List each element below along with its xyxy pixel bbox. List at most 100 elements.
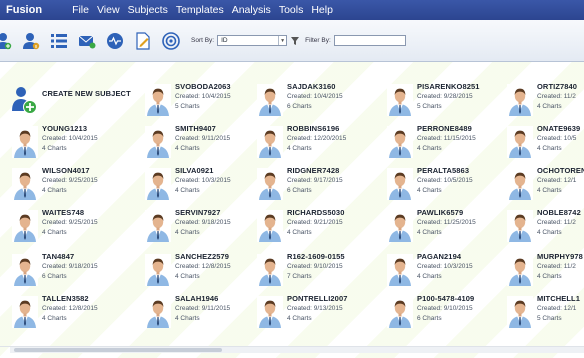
subject-chart-count: 5 Charts bbox=[175, 103, 200, 110]
subject-tile[interactable]: PISARENKO8251 Created: 9/28/2015 5 Chart… bbox=[387, 82, 505, 126]
subject-tile[interactable]: PAWLIK6579 Created: 11/25/2015 4 Charts bbox=[387, 208, 505, 252]
scrollbar-thumb[interactable] bbox=[14, 348, 222, 352]
subject-name: TALLEN3582 bbox=[42, 294, 89, 303]
subject-name: WILSON4017 bbox=[42, 166, 90, 175]
subject-tile[interactable]: SMITH9407 Created: 9/11/2015 4 Charts bbox=[145, 124, 263, 168]
subject-name: PAGAN2194 bbox=[417, 252, 462, 261]
subject-chart-count: 7 Charts bbox=[287, 273, 312, 280]
create-subject-icon bbox=[12, 84, 38, 114]
horizontal-scrollbar[interactable] bbox=[10, 347, 584, 353]
subject-photo bbox=[145, 168, 171, 200]
subject-name: SALAH1946 bbox=[175, 294, 219, 303]
subject-created-date: Created: 9/21/2015 bbox=[287, 219, 343, 226]
subject-name: NOBLE8742 bbox=[537, 208, 581, 217]
subject-tile[interactable]: NOBLE8742 Created: 11/2 4 Charts bbox=[507, 208, 584, 252]
subject-created-date: Created: 9/28/2015 bbox=[417, 93, 473, 100]
subject-tile[interactable]: P100-5478-4109 Created: 9/10/2015 6 Char… bbox=[387, 294, 505, 338]
subject-photo bbox=[387, 84, 413, 116]
subject-tile[interactable]: R162-1609-0155 Created: 9/10/2015 7 Char… bbox=[257, 252, 375, 296]
subject-tile[interactable]: SANCHEZ2579 Created: 12/8/2015 4 Charts bbox=[145, 252, 263, 296]
chevron-down-icon: ▼ bbox=[278, 36, 286, 45]
subject-tile[interactable]: OCHOTOREN Created: 12/1 4 Charts bbox=[507, 166, 584, 210]
sort-by-value: ID bbox=[221, 37, 228, 44]
subject-tile[interactable]: WAITES748 Created: 9/25/2015 4 Charts bbox=[12, 208, 130, 252]
subject-photo bbox=[507, 296, 533, 328]
edit-document-icon[interactable] bbox=[132, 30, 154, 52]
subject-photo bbox=[12, 210, 38, 242]
menu-file[interactable]: File bbox=[72, 4, 89, 16]
subject-photo bbox=[145, 296, 171, 328]
subject-tile[interactable]: RICHARDS5030 Created: 9/21/2015 4 Charts bbox=[257, 208, 375, 252]
subject-tile[interactable]: SALAH1946 Created: 9/11/2015 4 Charts bbox=[145, 294, 263, 338]
subject-photo bbox=[387, 296, 413, 328]
subject-tile[interactable]: WILSON4017 Created: 9/25/2015 4 Charts bbox=[12, 166, 130, 210]
subject-tile[interactable]: YOUNG1213 Created: 10/4/2015 4 Charts bbox=[12, 124, 130, 168]
sort-by-select[interactable]: ID ▼ bbox=[217, 35, 288, 46]
subject-tile[interactable]: TAN4847 Created: 9/18/2015 6 Charts bbox=[12, 252, 130, 296]
subject-tile[interactable]: SVOBODA2063 Created: 10/4/2015 5 Charts bbox=[145, 82, 263, 126]
subject-tile[interactable]: SERVIN7927 Created: 9/18/2015 4 Charts bbox=[145, 208, 263, 252]
subject-created-date: Created: 9/10/2015 bbox=[287, 263, 343, 270]
subject-tile[interactable]: TALLEN3582 Created: 12/8/2015 4 Charts bbox=[12, 294, 130, 338]
subject-tile[interactable]: ORTIZ7840 Created: 11/2 4 Charts bbox=[507, 82, 584, 126]
subject-created-date: Created: 9/25/2015 bbox=[42, 177, 98, 184]
subject-tile[interactable]: ONATE9639 Created: 10/5 4 Charts bbox=[507, 124, 584, 168]
subject-chart-count: 4 Charts bbox=[417, 187, 442, 194]
subject-created-date: Created: 9/11/2015 bbox=[175, 305, 231, 312]
subject-chart-count: 4 Charts bbox=[175, 273, 200, 280]
user-info-icon[interactable] bbox=[20, 30, 42, 52]
subject-tile[interactable]: SILVA0921 Created: 10/3/2015 4 Charts bbox=[145, 166, 263, 210]
mail-icon[interactable] bbox=[76, 30, 98, 52]
menu-subjects[interactable]: Subjects bbox=[128, 4, 168, 16]
filter-icon[interactable] bbox=[291, 36, 300, 45]
target-icon[interactable] bbox=[160, 30, 182, 52]
subject-chart-count: 4 Charts bbox=[537, 145, 562, 152]
add-user-icon[interactable] bbox=[0, 30, 14, 52]
subject-tile[interactable]: SAJDAK3160 Created: 10/4/2015 6 Charts bbox=[257, 82, 375, 126]
subject-photo bbox=[257, 84, 283, 116]
menu-bar: Fusion File View Subjects Templates Anal… bbox=[0, 0, 584, 20]
subject-photo bbox=[257, 254, 283, 286]
subject-chart-count: 4 Charts bbox=[175, 229, 200, 236]
menu-help[interactable]: Help bbox=[311, 4, 333, 16]
menu-view[interactable]: View bbox=[97, 4, 120, 16]
subject-photo bbox=[507, 84, 533, 116]
subject-tile[interactable]: PERRONE8489 Created: 11/15/2015 4 Charts bbox=[387, 124, 505, 168]
subject-name: SAJDAK3160 bbox=[287, 82, 336, 91]
subject-tile[interactable]: PAGAN2194 Created: 10/3/2015 4 Charts bbox=[387, 252, 505, 296]
subject-tile[interactable]: RIDGNER7428 Created: 9/17/2015 6 Charts bbox=[257, 166, 375, 210]
subject-name: PAWLIK6579 bbox=[417, 208, 464, 217]
subject-chart-count: 6 Charts bbox=[42, 273, 67, 280]
subject-created-date: Created: 10/3/2015 bbox=[175, 177, 231, 184]
subject-created-date: Created: 11/25/2015 bbox=[417, 219, 476, 226]
subject-chart-count: 4 Charts bbox=[42, 229, 67, 236]
subject-name: ONATE9639 bbox=[537, 124, 581, 133]
subject-chart-count: 4 Charts bbox=[42, 315, 67, 322]
subject-tile[interactable]: PONTRELLI2007 Created: 9/13/2015 4 Chart… bbox=[257, 294, 375, 338]
subject-photo bbox=[507, 254, 533, 286]
sort-by-label: Sort By: bbox=[191, 37, 215, 44]
subject-created-date: Created: 9/10/2015 bbox=[417, 305, 473, 312]
subject-chart-count: 6 Charts bbox=[417, 315, 442, 322]
subject-tile[interactable]: MURPHY978 Created: 11/2 4 Charts bbox=[507, 252, 584, 296]
subject-name: RICHARDS5030 bbox=[287, 208, 345, 217]
menu-analysis[interactable]: Analysis bbox=[232, 4, 271, 16]
subject-chart-count: 5 Charts bbox=[537, 315, 562, 322]
activity-icon[interactable] bbox=[104, 30, 126, 52]
create-subject-label: CREATE NEW SUBJECT bbox=[42, 89, 131, 98]
menu-templates[interactable]: Templates bbox=[176, 4, 224, 16]
create-new-subject-button[interactable]: CREATE NEW SUBJECT bbox=[12, 82, 142, 126]
subject-tile[interactable]: PERALTA5863 Created: 10/5/2015 4 Charts bbox=[387, 166, 505, 210]
menu-tools[interactable]: Tools bbox=[279, 4, 304, 16]
subject-created-date: Created: 9/13/2015 bbox=[287, 305, 343, 312]
subject-photo bbox=[507, 126, 533, 158]
subject-list-icon[interactable] bbox=[48, 30, 70, 52]
subject-tile[interactable]: ROBBINS6196 Created: 12/20/2015 4 Charts bbox=[257, 124, 375, 168]
subject-tile[interactable]: MITCHELL1 Created: 12/1 5 Charts bbox=[507, 294, 584, 338]
subject-name: YOUNG1213 bbox=[42, 124, 88, 133]
filter-input[interactable] bbox=[333, 35, 406, 46]
subject-created-date: Created: 9/25/2015 bbox=[42, 219, 98, 226]
subject-photo bbox=[257, 210, 283, 242]
toolbar: Sort By: ID ▼ Filter By: bbox=[0, 20, 584, 62]
subject-photo bbox=[145, 254, 171, 286]
